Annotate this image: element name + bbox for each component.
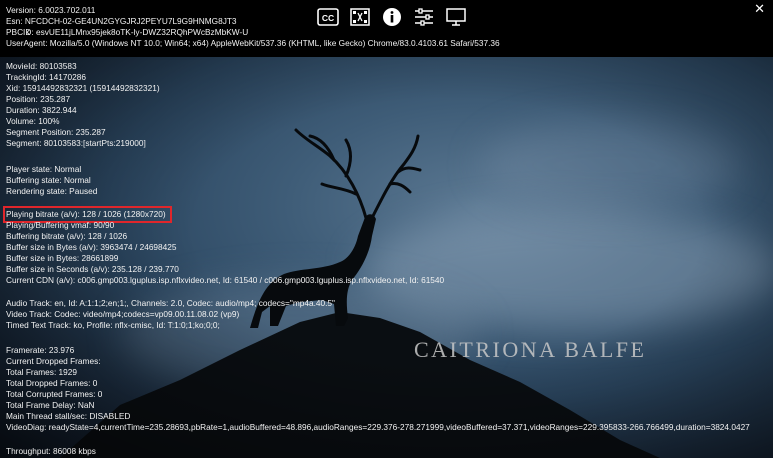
display-icon[interactable] <box>440 5 472 29</box>
buffer-bytes: Buffer size in Bytes: 28661899 <box>6 253 119 263</box>
video-diag: VideoDiag: readyState=4,currentTime=235.… <box>6 422 750 432</box>
total-corrupted-frames: Total Corrupted Frames: 0 <box>6 389 103 399</box>
rendering-state: Rendering state: Paused <box>6 186 98 196</box>
position: Position: 235.287 <box>6 94 71 104</box>
video-track: Video Track: Codec: video/mp4;codecs=vp0… <box>6 309 240 319</box>
svg-text:CC: CC <box>322 13 334 23</box>
buffer-seconds: Buffer size in Seconds (a/v): 235.128 / … <box>6 264 179 274</box>
throughput-info: Throughput: 86008 kbps <box>6 446 96 457</box>
close-icon[interactable]: ✕ <box>754 2 765 15</box>
buffering-state: Buffering state: Normal <box>6 175 91 185</box>
vmaf: Playing/Buffering vmaf: 90/90 <box>6 220 115 230</box>
back-arrow-icon[interactable]: ‹ <box>26 23 31 39</box>
closed-captions-icon[interactable]: CC <box>312 5 344 29</box>
movie-info: MovieId: 80103583 TrackingId: 14170286 X… <box>6 61 160 149</box>
total-frames: Total Frames: 1929 <box>6 367 78 377</box>
useragent-line: UserAgent: Mozilla/5.0 (Windows NT 10.0;… <box>6 38 500 48</box>
bitrate-info: Playing bitrate (a/v): 128 / 1026 (1280x… <box>3 206 445 286</box>
frame-info: Framerate: 23.976 Current Dropped Frames… <box>6 345 750 433</box>
total-dropped-frames: Total Dropped Frames: 0 <box>6 378 98 388</box>
state-info: Player state: Normal Buffering state: No… <box>6 164 97 197</box>
buffer-bytes-av: Buffer size in Bytes (a/v): 3963474 / 24… <box>6 242 177 252</box>
settings-sliders-icon[interactable] <box>408 5 440 29</box>
duration: Duration: 3822.944 <box>6 105 77 115</box>
current-dropped-frames: Current Dropped Frames: <box>6 356 101 366</box>
player-controls: CC <box>312 5 472 31</box>
movie-id: MovieId: 80103583 <box>6 61 77 71</box>
track-info: Audio Track: en, Id: A:1:1;2;en;1;, Chan… <box>6 298 335 331</box>
total-frame-delay: Total Frame Delay: NaN <box>6 400 95 410</box>
buffering-bitrate: Buffering bitrate (a/v): 128 / 1026 <box>6 231 128 241</box>
subtitle-settings-icon[interactable] <box>344 5 376 29</box>
timed-text-track: Timed Text Track: ko, Profile: nflx-cmis… <box>6 320 220 330</box>
main-thread-stall: Main Thread stall/sec: DISABLED <box>6 411 131 421</box>
volume: Volume: 100% <box>6 116 60 126</box>
info-icon[interactable] <box>376 5 408 29</box>
current-cdn: Current CDN (a/v): c006.gmp003.lguplus.i… <box>6 275 445 285</box>
segment: Segment: 80103583:[startPts:219000] <box>6 138 146 148</box>
player-state: Player state: Normal <box>6 164 82 174</box>
throughput: Throughput: 86008 kbps <box>6 446 96 456</box>
tracking-id: TrackingId: 14170286 <box>6 72 86 82</box>
audio-track: Audio Track: en, Id: A:1:1;2;en;1;, Chan… <box>6 298 335 308</box>
framerate: Framerate: 23.976 <box>6 345 75 355</box>
playing-bitrate-highlight: Playing bitrate (a/v): 128 / 1026 (1280x… <box>3 206 172 223</box>
segment-position: Segment Position: 235.287 <box>6 127 106 137</box>
xid: Xid: 15914492832321 (15914492832321) <box>6 83 160 93</box>
